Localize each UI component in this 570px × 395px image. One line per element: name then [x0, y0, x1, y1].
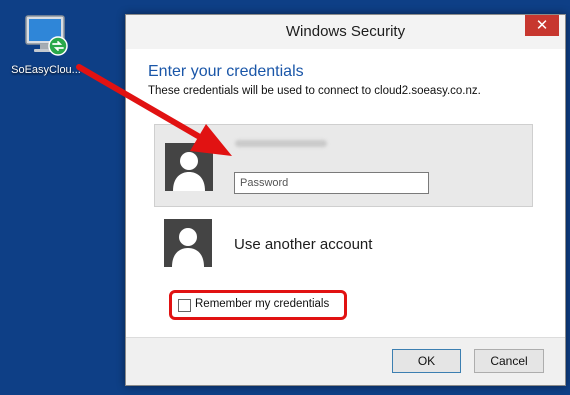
title-bar[interactable]: Windows Security ✕: [126, 15, 565, 49]
remember-credentials-checkbox[interactable]: [178, 299, 191, 312]
ok-button[interactable]: OK: [392, 349, 461, 373]
dialog-heading: Enter your credentials: [148, 63, 304, 80]
remote-desktop-icon: [25, 15, 68, 56]
use-another-account-label: Use another account: [234, 236, 373, 253]
user-avatar-icon: [165, 143, 213, 191]
cancel-button[interactable]: Cancel: [474, 349, 544, 373]
close-button[interactable]: ✕: [525, 15, 559, 36]
use-another-account-tile[interactable]: Use another account: [154, 218, 533, 280]
dialog-title: Windows Security: [285, 23, 406, 40]
close-icon: ✕: [535, 17, 549, 34]
password-field[interactable]: [234, 172, 429, 194]
dialog-footer: OK Cancel: [126, 337, 565, 385]
remember-credentials-highlight: Remember my credentials: [169, 290, 347, 320]
user-avatar-icon: [164, 219, 212, 267]
remember-credentials-label[interactable]: Remember my credentials: [195, 298, 329, 310]
saved-credential-tile[interactable]: [154, 124, 533, 207]
dialog-subheading: These credentials will be used to connec…: [148, 85, 481, 97]
windows-security-dialog: Windows Security ✕ Enter your credential…: [125, 14, 566, 386]
desktop-shortcut[interactable]: SoEasyClou...: [6, 12, 84, 92]
username-redacted: [235, 140, 327, 147]
shortcut-label: SoEasyClou...: [11, 64, 81, 76]
